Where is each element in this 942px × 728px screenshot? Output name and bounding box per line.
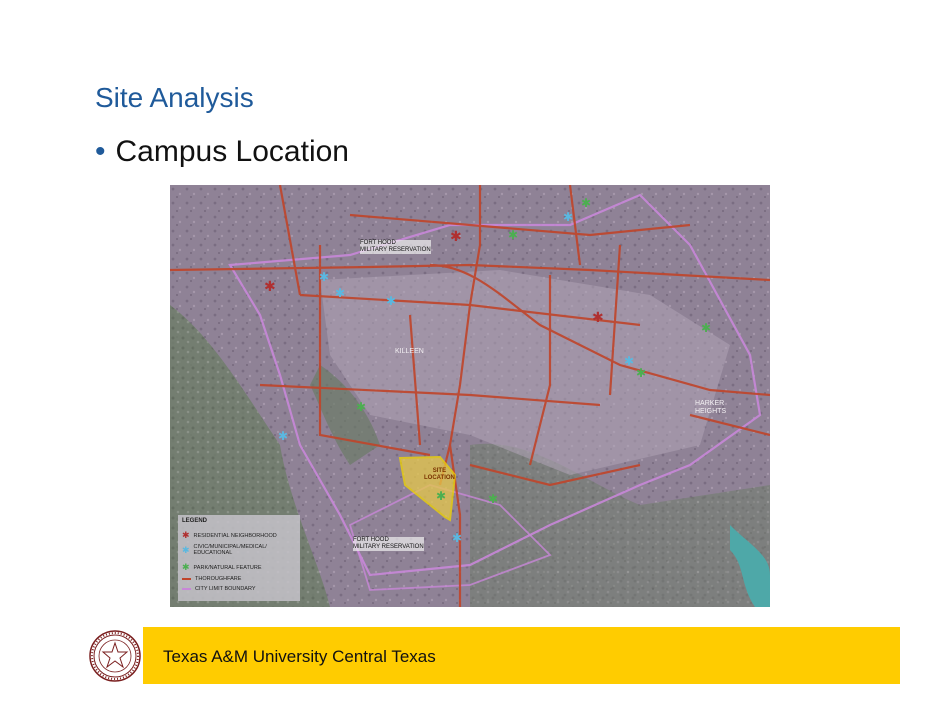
svg-text:✱: ✱ xyxy=(636,366,646,380)
bullet-item: • Campus Location xyxy=(95,135,349,169)
legend-title: LEGEND xyxy=(182,518,208,524)
site-location-label: SITE LOCATION xyxy=(424,468,455,481)
svg-text:✱: ✱ xyxy=(581,196,591,210)
svg-text:✱: ✱ xyxy=(436,489,446,503)
svg-text:✱: ✱ xyxy=(452,531,462,545)
killeen-label: KILLEEN xyxy=(395,348,424,355)
legend-item-residential: ✱ RESIDENTIAL NEIGHBORHOOD xyxy=(182,530,277,540)
svg-text:✱: ✱ xyxy=(450,229,462,245)
legend-item-civic: ✱ CIVIC/MUNICIPAL/MEDICAL/ EDUCATIONAL xyxy=(182,544,267,556)
harker-heights-label: HARKER HEIGHTS xyxy=(695,400,727,415)
svg-text:✱: ✱ xyxy=(488,492,498,506)
svg-text:✱: ✱ xyxy=(335,286,345,300)
svg-text:✱: ✱ xyxy=(701,321,711,335)
svg-text:✱: ✱ xyxy=(278,429,288,443)
residential-icon: ✱ xyxy=(182,530,190,540)
university-seal-icon xyxy=(89,630,141,682)
legend-item-park: ✱ PARK/NATURAL FEATURE xyxy=(182,562,262,572)
svg-text:✱: ✱ xyxy=(386,294,396,308)
campus-location-map: ✱ ✱ ✱ ✱ ✱ ✱ ✱ ✱ ✱ ✱ ✱ ✱ ✱ ✱ ✱ ✱ ✱ FORT HOOD MILITA… xyxy=(170,185,770,607)
map-legend: LEGEND ✱ RESIDENTIAL NEIGHBORHOOD ✱ CIVI… xyxy=(178,515,300,601)
fort-hood-north-label: FORT HOOD MILITARY RESERVATION xyxy=(360,240,431,254)
thoroughfare-line-icon xyxy=(182,578,191,580)
bullet-dot-icon: • xyxy=(95,135,106,168)
svg-text:✱: ✱ xyxy=(624,354,634,368)
legend-item-city-limit: CITY LIMIT BOUNDARY xyxy=(182,586,256,592)
svg-text:✱: ✱ xyxy=(264,279,276,295)
bullet-text: Campus Location xyxy=(115,135,349,168)
slide-title: Site Analysis xyxy=(95,82,254,113)
park-icon: ✱ xyxy=(182,562,190,572)
civic-icon: ✱ xyxy=(182,544,190,555)
svg-text:✱: ✱ xyxy=(592,310,604,326)
svg-text:✱: ✱ xyxy=(563,210,573,224)
city-limit-line-icon xyxy=(182,588,191,590)
fort-hood-south-label: FORT HOOD MILITARY RESERVATION xyxy=(353,537,424,551)
footer-text: Texas A&M University Central Texas xyxy=(163,647,436,666)
svg-text:✱: ✱ xyxy=(356,400,366,414)
svg-text:✱: ✱ xyxy=(508,228,518,242)
legend-item-thoroughfare: THOROUGHFARE xyxy=(182,576,241,582)
svg-text:✱: ✱ xyxy=(319,270,329,284)
